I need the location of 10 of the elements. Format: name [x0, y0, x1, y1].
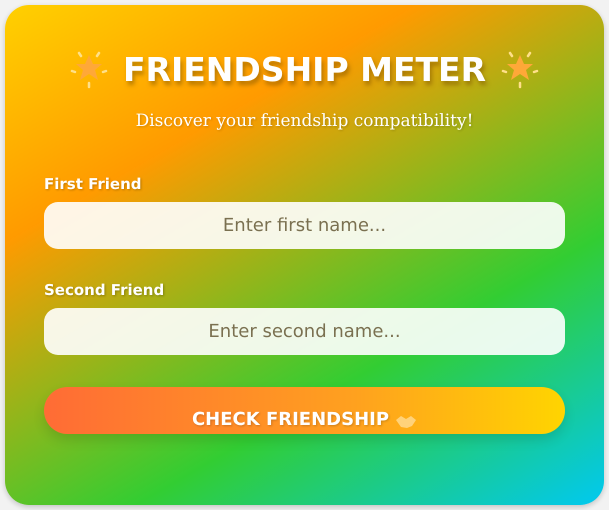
sparkle-star-icon — [69, 49, 110, 89]
field-label: First Friend — [44, 175, 143, 193]
handshake-icon — [395, 414, 418, 430]
name-input[interactable]: Enter second name... — [44, 308, 565, 355]
app-title: FRIENDSHIP METER — [123, 50, 486, 88]
check-friendship-button[interactable]: CHECK FRIENDSHIP — [44, 387, 565, 434]
field-label: Second Friend — [44, 281, 166, 299]
subtitle: Discover your friendship compatibility! — [134, 111, 474, 131]
sparkle-star-icon — [500, 49, 540, 89]
name-input[interactable]: Enter first name... — [44, 202, 565, 249]
